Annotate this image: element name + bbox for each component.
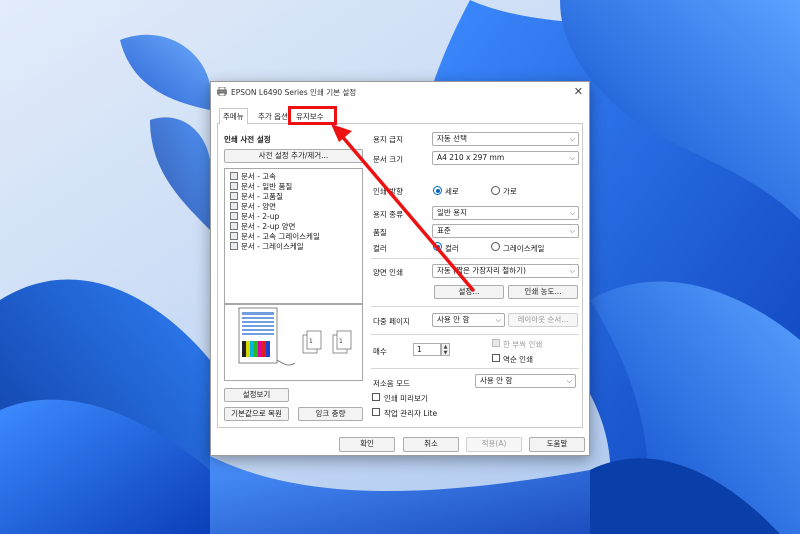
document-icon [230,182,238,190]
duplex-icon [230,202,238,210]
preset-item[interactable]: 문서 - 일반 품질 [230,181,292,191]
grayscale-option-label: 그레이스케일 [503,244,545,253]
chevron-down-icon: ⌵ [566,377,572,385]
svg-text:1: 1 [309,338,313,345]
paper-source-label: 용지 급지 [373,135,403,144]
preset-item[interactable]: 문서 - 2-up [230,211,279,221]
divider [371,258,579,259]
window-title: EPSON L6490 Series 인쇄 기본 설정 [231,88,357,97]
paper-type-label: 용지 종류 [373,210,403,219]
help-button[interactable]: 도움말 [529,437,585,452]
orientation-label: 인쇄 방향 [373,187,403,196]
reverse-order-checkbox[interactable] [492,354,500,362]
preset-list: 문서 - 고속 문서 - 일반 품질 문서 - 고품질 문서 - 양면 문서 -… [224,168,363,304]
collate-checkbox[interactable] [492,339,500,347]
duplex-select[interactable]: 자동 (짧은 가장자리 철하기) ⌵ [432,264,579,278]
ink-levels-button[interactable]: 잉크 충량 [298,407,363,421]
two-up-duplex-icon [230,222,238,230]
quiet-mode-select[interactable]: 사용 안 함 ⌵ [475,374,576,388]
svg-text:1: 1 [339,338,343,345]
tab-more-options[interactable]: 추가 옵션 [255,109,291,124]
document-icon [230,172,238,180]
page-preview-graphic: 1 1 [238,307,352,366]
collate-label: 한 부씩 인쇄 [503,340,543,349]
cancel-button[interactable]: 취소 [403,437,459,452]
apply-button[interactable]: 적용(A) [466,437,522,452]
layout-order-button[interactable]: 레이아웃 순서... [508,313,578,327]
printer-icon [217,87,227,96]
document-icon [230,242,238,250]
reverse-order-label: 역순 인쇄 [503,355,533,364]
divider [371,334,579,335]
color-radio[interactable] [433,242,442,251]
landscape-label: 가로 [503,187,517,196]
copies-input[interactable]: 1 [413,343,441,356]
print-preferences-dialog: EPSON L6490 Series 인쇄 기본 설정 ✕ 주메뉴 추가 옵션 … [210,81,590,456]
duplex-settings-button[interactable]: 설정... [434,285,504,299]
grayscale-radio[interactable] [491,242,500,251]
title-bar: EPSON L6490 Series 인쇄 기본 설정 ✕ [211,82,589,102]
portrait-radio[interactable] [433,186,442,195]
copies-stepper[interactable]: ▲ ▼ [441,343,450,356]
ok-button[interactable]: 확인 [339,437,395,452]
chevron-down-icon: ⌵ [569,154,575,162]
preset-item[interactable]: 문서 - 고속 그레이스케일 [230,231,320,241]
preset-item[interactable]: 문서 - 고품질 [230,191,283,201]
multipage-select[interactable]: 사용 안 함 ⌵ [432,313,505,327]
chevron-down-icon: ⌵ [569,267,575,275]
paper-source-select[interactable]: 자동 선택 ⌵ [432,132,579,146]
chevron-down-icon: ⌵ [569,209,575,217]
quality-select[interactable]: 표준 ⌵ [432,224,579,238]
color-option-label: 컬러 [445,244,459,253]
landscape-radio[interactable] [491,186,500,195]
preset-heading: 인쇄 사전 설정 [224,135,271,144]
chevron-down-icon: ⌵ [569,135,575,143]
preset-item[interactable]: 문서 - 그레이스케일 [230,241,304,251]
chevron-down-icon: ⌵ [495,316,501,324]
portrait-label: 세로 [445,187,459,196]
paper-size-select[interactable]: A4 210 x 297 mm ⌵ [432,151,579,165]
preset-item[interactable]: 문서 - 고속 [230,171,276,181]
quiet-mode-label: 저소음 모드 [373,379,410,388]
document-icon [230,232,238,240]
job-arranger-checkbox[interactable] [372,408,380,416]
tab-strip: 주메뉴 추가 옵션 유지보수 [217,108,583,125]
paper-size-label: 문서 크기 [373,155,403,164]
document-icon [230,192,238,200]
print-preview-label: 인쇄 미리보기 [384,394,428,403]
preset-item[interactable]: 문서 - 양면 [230,201,276,211]
restore-defaults-button[interactable]: 기본값으로 복원 [224,407,289,421]
quality-label: 품질 [373,228,387,237]
copies-label: 매수 [373,347,387,356]
add-remove-presets-button[interactable]: 사전 설정 추가/제거... [224,149,363,163]
show-settings-button[interactable]: 설정보기 [224,388,289,402]
duplex-label: 양면 인쇄 [373,268,403,277]
maintenance-tab-highlight [288,106,337,125]
preset-item[interactable]: 문서 - 2-up 양면 [230,221,295,231]
two-up-icon [230,212,238,220]
print-density-button[interactable]: 인쇄 농도... [508,285,578,299]
paper-type-select[interactable]: 일반 용지 ⌵ [432,206,579,220]
chevron-down-icon: ⌵ [569,227,575,235]
job-arranger-label: 작업 관리자 Lite [384,409,438,418]
color-label: 컬러 [373,244,387,253]
tab-main[interactable]: 주메뉴 [219,108,248,125]
multipage-label: 다중 페이지 [373,317,410,326]
close-icon[interactable]: ✕ [574,85,583,98]
print-preview-checkbox[interactable] [372,393,380,401]
divider [371,368,579,369]
divider [371,306,579,307]
print-preview-illustration: 1 1 [224,304,363,381]
